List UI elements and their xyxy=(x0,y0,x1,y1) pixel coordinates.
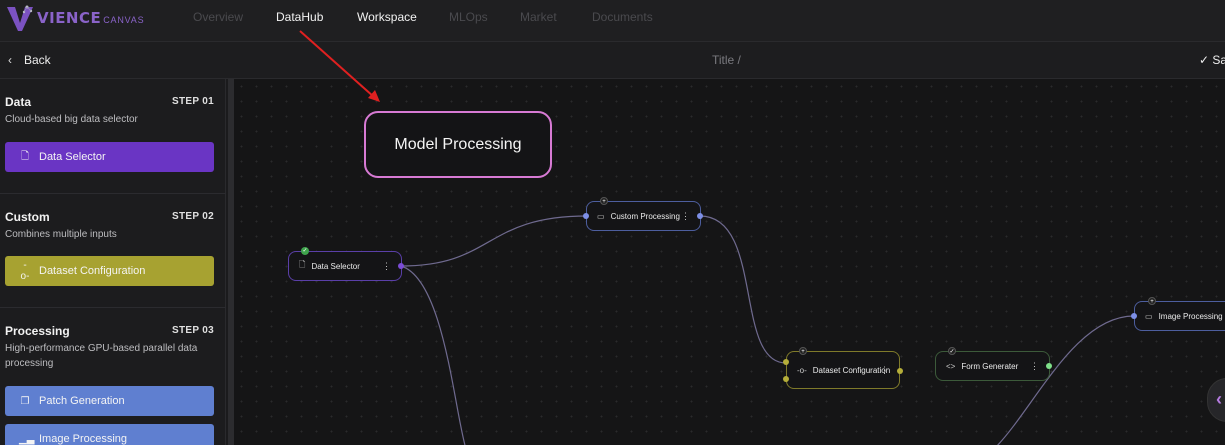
window-icon: ▭ xyxy=(597,211,605,221)
page-title[interactable]: Title / xyxy=(712,53,741,67)
step-title: Processing xyxy=(5,324,70,338)
more-options-icon[interactable]: ⋮ xyxy=(382,261,391,272)
nav-documents[interactable]: Documents xyxy=(592,10,653,24)
brand-name: VIENCE xyxy=(37,9,102,27)
add-icon[interactable]: + xyxy=(1148,297,1156,305)
output-port[interactable] xyxy=(1046,363,1052,369)
top-navigation-bar: VIENCE CANVAS Overview DataHub Workspace… xyxy=(0,0,1225,42)
back-button[interactable]: ‹ Back xyxy=(8,53,51,67)
model-processing-callout: Model Processing xyxy=(364,111,552,178)
edge-data-to-custom[interactable] xyxy=(400,215,588,267)
output-port[interactable] xyxy=(398,263,404,269)
node-link-icon: -o- xyxy=(797,365,807,375)
input-port[interactable] xyxy=(783,359,789,365)
editor-header: ‹ Back Title / ✓ Sa xyxy=(0,42,1225,79)
file-icon: 🗋 xyxy=(299,260,306,269)
save-button[interactable]: ✓ Sa xyxy=(1199,53,1225,67)
node-data-selector[interactable]: 🗋 Data Selector ⋮ xyxy=(288,251,402,281)
input-port[interactable] xyxy=(783,376,789,382)
output-port[interactable] xyxy=(897,368,903,374)
window-icon: ▭ xyxy=(1145,311,1153,321)
more-options-icon[interactable]: ⋮ xyxy=(1030,361,1039,372)
button-label: Data Selector xyxy=(39,151,106,163)
data-selector-button[interactable]: 🗋 Data Selector xyxy=(5,142,214,172)
button-label: Patch Generation xyxy=(39,395,125,407)
step-number: STEP 02 xyxy=(172,211,214,222)
back-label: Back xyxy=(24,53,51,67)
check-icon: ✓ xyxy=(948,347,956,355)
status-check-icon: ✓ xyxy=(301,247,309,255)
node-label: Form Generater xyxy=(961,361,1019,371)
chevron-left-icon: ‹ xyxy=(1216,389,1222,409)
nav-overview[interactable]: Overview xyxy=(193,10,243,24)
more-options-icon[interactable]: ⋮ xyxy=(681,211,690,222)
copy-icon: ❐ xyxy=(20,395,30,407)
patch-generation-button[interactable]: ❐ Patch Generation xyxy=(5,386,214,416)
image-processing-button[interactable]: ▁▃ Image Processing xyxy=(5,424,214,445)
nav-workspace[interactable]: Workspace xyxy=(357,10,417,24)
more-options-icon[interactable]: ⋮ xyxy=(880,365,889,376)
chevron-left-icon: ‹ xyxy=(8,53,12,67)
node-label: Image Processing xyxy=(1158,311,1223,321)
step-description: Cloud-based big data selector xyxy=(5,114,138,125)
code-icon: <> xyxy=(946,361,956,371)
brand-logo[interactable]: VIENCE CANVAS xyxy=(5,2,144,34)
node-label: Dataset Configuration xyxy=(812,365,891,375)
edge-custom-to-dataset[interactable] xyxy=(699,215,787,364)
node-image-processing[interactable]: ▭ Image Processing xyxy=(1134,301,1225,331)
nav-datahub[interactable]: DataHub xyxy=(276,10,323,24)
callout-text: Model Processing xyxy=(394,135,522,153)
input-port[interactable] xyxy=(1131,313,1137,319)
bar-chart-icon: ▁▃ xyxy=(19,433,35,445)
step-description: Combines multiple inputs xyxy=(5,229,117,240)
vience-logo-icon xyxy=(7,5,33,31)
node-label: Data Selector xyxy=(311,261,360,271)
brand-sub: CANVAS xyxy=(103,15,145,25)
edge-data-down[interactable] xyxy=(400,265,466,445)
dataset-configuration-button[interactable]: -o- Dataset Configuration xyxy=(5,256,214,286)
add-icon[interactable]: + xyxy=(600,197,608,205)
check-icon: ✓ xyxy=(1199,53,1210,67)
node-link-icon: -o- xyxy=(20,260,30,282)
output-port[interactable] xyxy=(697,213,703,219)
step-number: STEP 01 xyxy=(172,96,214,107)
file-icon: 🗋 xyxy=(20,150,30,162)
save-label: Sa xyxy=(1212,53,1225,67)
input-port[interactable] xyxy=(583,213,589,219)
button-label: Dataset Configuration xyxy=(39,265,146,277)
add-icon[interactable]: + xyxy=(799,347,807,355)
step-title: Data xyxy=(5,95,32,109)
step-description: High-performance GPU-based parallel data… xyxy=(5,343,198,369)
button-label: Image Processing xyxy=(39,433,128,445)
step-title: Custom xyxy=(5,210,50,224)
nav-market[interactable]: Market xyxy=(520,10,557,24)
node-dataset-configuration[interactable]: -o- Dataset Configuration ⋮ xyxy=(786,351,900,389)
divider xyxy=(0,307,226,308)
node-label: Custom Processing xyxy=(610,211,680,221)
divider xyxy=(0,193,226,194)
step-sidebar: Data STEP 01 Cloud-based big data select… xyxy=(0,79,226,445)
nav-mlops[interactable]: MLOps xyxy=(449,10,488,24)
step-number: STEP 03 xyxy=(172,325,214,336)
